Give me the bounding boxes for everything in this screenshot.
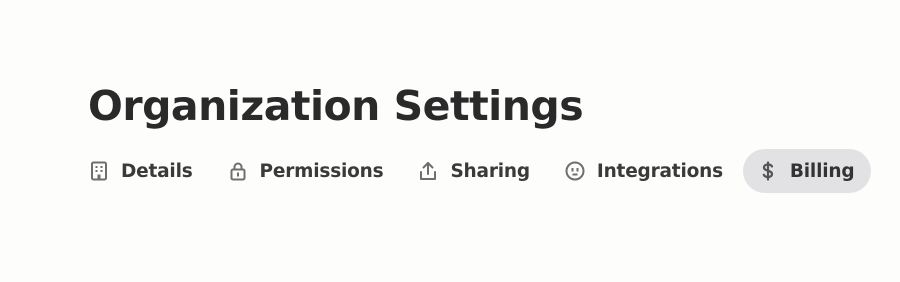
building-icon <box>88 160 110 182</box>
dollar-icon <box>757 160 779 182</box>
tab-permissions[interactable]: Permissions <box>213 149 398 193</box>
tab-details[interactable]: Details <box>74 149 207 193</box>
tab-label: Integrations <box>596 160 723 182</box>
page-title: Organization Settings <box>88 82 584 130</box>
tab-label: Permissions <box>259 160 384 182</box>
share-upload-icon <box>417 160 439 182</box>
tab-integrations[interactable]: Integrations <box>550 149 737 193</box>
plug-outlet-icon <box>564 160 586 182</box>
tab-sharing[interactable]: Sharing <box>403 149 543 193</box>
tab-label: Billing <box>789 160 855 182</box>
tab-label: Details <box>121 160 193 182</box>
tab-label: Sharing <box>450 160 530 182</box>
settings-tabs: Details Permissions Sharing Integrations… <box>74 149 877 193</box>
lock-icon <box>227 160 249 182</box>
tab-billing[interactable]: Billing <box>742 149 872 193</box>
